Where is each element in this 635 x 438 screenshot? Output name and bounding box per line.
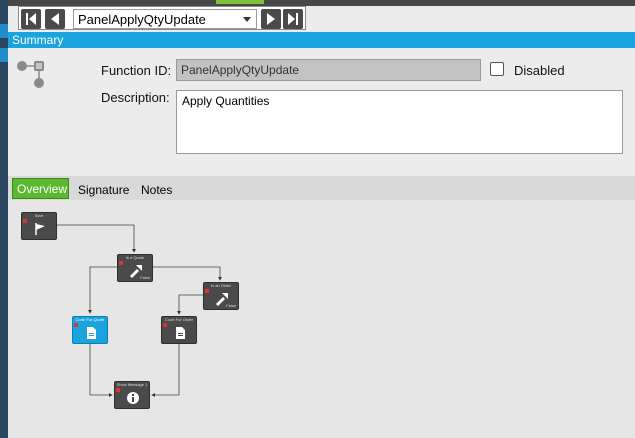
node-title: Show Message 1 [116, 382, 148, 387]
flow-connectors [57, 224, 222, 397]
flow-node-is-an-order[interactable]: Is an Order False [203, 282, 239, 310]
flow-node-is-quote[interactable]: Is a Quote False [117, 254, 153, 282]
node-marker [119, 261, 123, 265]
node-title: Is an Order [210, 283, 231, 288]
flow-node-show-message[interactable]: Show Message 1 [114, 381, 150, 409]
flow-node-code-for-quote[interactable]: Code For Quote [72, 316, 108, 344]
flag-icon [35, 223, 45, 235]
code-icon [176, 327, 185, 339]
node-marker [23, 219, 27, 223]
code-icon [87, 327, 96, 339]
node-footer: False [226, 303, 236, 308]
flow-node-start[interactable]: Start [21, 212, 57, 240]
node-title: Is a Quote [125, 255, 145, 260]
node-title: Start [34, 213, 44, 218]
node-footer: False [140, 275, 150, 280]
node-marker [74, 323, 78, 327]
node-marker [163, 323, 167, 327]
node-title: Code For Order [164, 317, 193, 322]
flow-node-code-for-order[interactable]: Code For Order [161, 316, 197, 344]
node-title: Code For Quote [75, 317, 105, 322]
node-marker [205, 289, 209, 293]
node-marker [116, 388, 120, 392]
info-icon [127, 392, 139, 404]
